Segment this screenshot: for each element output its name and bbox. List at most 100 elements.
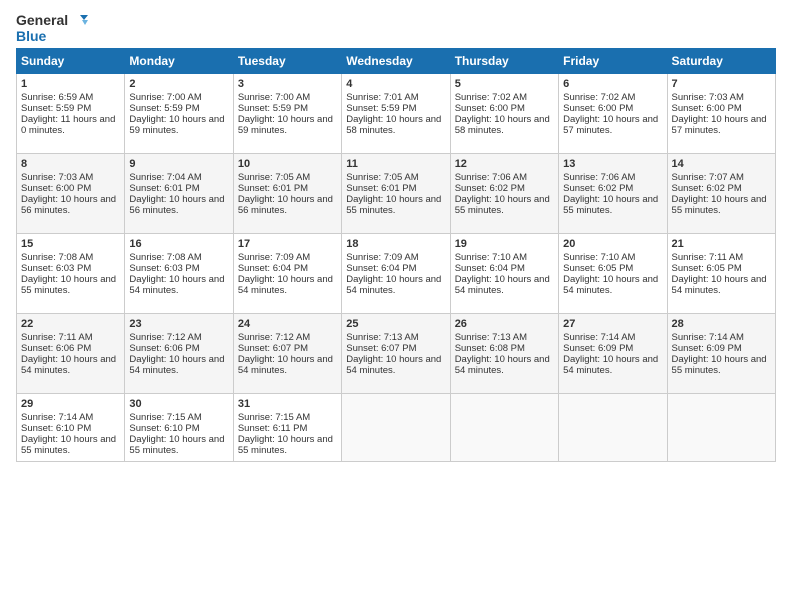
- sunrise: Sunrise: 7:02 AM: [455, 92, 527, 103]
- sunset: Sunset: 6:09 PM: [563, 343, 633, 354]
- sunrise: Sunrise: 7:09 AM: [346, 252, 418, 263]
- day-number: 11: [346, 158, 445, 170]
- sunset: Sunset: 6:10 PM: [21, 423, 91, 434]
- sunset: Sunset: 6:10 PM: [129, 423, 199, 434]
- sunrise: Sunrise: 7:04 AM: [129, 172, 201, 183]
- calendar-cell: 6Sunrise: 7:02 AMSunset: 6:00 PMDaylight…: [559, 74, 667, 154]
- calendar-cell: 20Sunrise: 7:10 AMSunset: 6:05 PMDayligh…: [559, 234, 667, 314]
- day-number: 27: [563, 318, 662, 330]
- calendar-cell: 3Sunrise: 7:00 AMSunset: 5:59 PMDaylight…: [233, 74, 341, 154]
- calendar-cell: 27 Sunrise: 7:14 AMSunset: 6:09 PMDayligh…: [559, 314, 667, 394]
- sunset: Sunset: 6:08 PM: [455, 343, 525, 354]
- calendar-cell: 16Sunrise: 7:08 AMSunset: 6:03 PMDayligh…: [125, 234, 233, 314]
- sunset: Sunset: 6:07 PM: [346, 343, 416, 354]
- calendar-cell: 30Sunrise: 7:15 AMSunset: 6:10 PMDayligh…: [125, 394, 233, 462]
- sunrise: Sunrise: 7:00 AM: [129, 92, 201, 103]
- daylight: Daylight: 10 hours and 54 minutes.: [563, 354, 658, 376]
- calendar-cell: 28Sunrise: 7:14 AMSunset: 6:09 PMDayligh…: [667, 314, 775, 394]
- calendar-cell: 2Sunrise: 7:00 AMSunset: 5:59 PMDaylight…: [125, 74, 233, 154]
- day-number: 6: [563, 78, 662, 90]
- daylight: Daylight: 10 hours and 54 minutes.: [21, 354, 116, 376]
- day-number: 26: [455, 318, 554, 330]
- sunset: Sunset: 6:04 PM: [346, 263, 416, 274]
- sunset: Sunset: 6:09 PM: [672, 343, 742, 354]
- day-number: 2: [129, 78, 228, 90]
- logo-bird-icon: [70, 13, 88, 27]
- daylight: Daylight: 10 hours and 57 minutes.: [672, 114, 767, 136]
- day-number: 18: [346, 238, 445, 250]
- calendar-cell: 21Sunrise: 7:11 AMSunset: 6:05 PMDayligh…: [667, 234, 775, 314]
- sunrise: Sunrise: 7:10 AM: [563, 252, 635, 263]
- sunset: Sunset: 6:04 PM: [455, 263, 525, 274]
- sunset: Sunset: 6:05 PM: [672, 263, 742, 274]
- sunset: Sunset: 6:03 PM: [21, 263, 91, 274]
- calendar-cell: 23Sunrise: 7:12 AMSunset: 6:06 PMDayligh…: [125, 314, 233, 394]
- day-number: 30: [129, 398, 228, 410]
- sunset: Sunset: 5:59 PM: [21, 103, 91, 114]
- calendar-cell: 9Sunrise: 7:04 AMSunset: 6:01 PMDaylight…: [125, 154, 233, 234]
- sunset: Sunset: 6:02 PM: [563, 183, 633, 194]
- calendar-cell: 11Sunrise: 7:05 AMSunset: 6:01 PMDayligh…: [342, 154, 450, 234]
- daylight: Daylight: 10 hours and 54 minutes.: [238, 354, 333, 376]
- calendar-cell: 1Sunrise: 6:59 AMSunset: 5:59 PMDaylight…: [17, 74, 125, 154]
- sunrise: Sunrise: 7:08 AM: [129, 252, 201, 263]
- daylight: Daylight: 10 hours and 54 minutes.: [455, 354, 550, 376]
- col-header-sunday: Sunday: [17, 49, 125, 74]
- day-number: 22: [21, 318, 120, 330]
- sunrise: Sunrise: 7:14 AM: [563, 332, 635, 343]
- day-number: 8: [21, 158, 120, 170]
- day-number: 21: [672, 238, 771, 250]
- sunrise: Sunrise: 7:11 AM: [21, 332, 93, 343]
- calendar-cell: 13Sunrise: 7:06 AMSunset: 6:02 PMDayligh…: [559, 154, 667, 234]
- day-number: 4: [346, 78, 445, 90]
- sunrise: Sunrise: 7:10 AM: [455, 252, 527, 263]
- calendar-cell: 12 Sunrise: 7:06 AMSunset: 6:02 PMDayligh…: [450, 154, 558, 234]
- calendar-cell: [450, 394, 558, 462]
- calendar-cell: 22Sunrise: 7:11 AMSunset: 6:06 PMDayligh…: [17, 314, 125, 394]
- daylight: Daylight: 10 hours and 54 minutes.: [129, 274, 224, 296]
- sunset: Sunset: 6:00 PM: [563, 103, 633, 114]
- calendar-cell: 14Sunrise: 7:07 AMSunset: 6:02 PMDayligh…: [667, 154, 775, 234]
- sunrise: Sunrise: 7:12 AM: [238, 332, 310, 343]
- daylight: Daylight: 10 hours and 55 minutes.: [346, 194, 441, 216]
- calendar-cell: 26Sunrise: 7:13 AMSunset: 6:08 PMDayligh…: [450, 314, 558, 394]
- daylight: Daylight: 10 hours and 55 minutes.: [672, 354, 767, 376]
- sunrise: Sunrise: 7:05 AM: [238, 172, 310, 183]
- sunrise: Sunrise: 7:14 AM: [672, 332, 744, 343]
- sunset: Sunset: 6:02 PM: [455, 183, 525, 194]
- daylight: Daylight: 10 hours and 56 minutes.: [21, 194, 116, 216]
- daylight: Daylight: 11 hours and 0 minutes.: [21, 114, 115, 136]
- day-number: 12: [455, 158, 554, 170]
- sunset: Sunset: 5:59 PM: [238, 103, 308, 114]
- logo: General Blue: [16, 12, 88, 44]
- sunrise: Sunrise: 7:06 AM: [563, 172, 635, 183]
- daylight: Daylight: 10 hours and 55 minutes.: [672, 194, 767, 216]
- calendar-cell: 4Sunrise: 7:01 AMSunset: 5:59 PMDaylight…: [342, 74, 450, 154]
- day-number: 9: [129, 158, 228, 170]
- day-number: 29: [21, 398, 120, 410]
- sunrise: Sunrise: 7:06 AM: [455, 172, 527, 183]
- calendar-table: SundayMondayTuesdayWednesdayThursdayFrid…: [16, 48, 776, 462]
- sunrise: Sunrise: 6:59 AM: [21, 92, 93, 103]
- daylight: Daylight: 10 hours and 54 minutes.: [563, 274, 658, 296]
- daylight: Daylight: 10 hours and 54 minutes.: [455, 274, 550, 296]
- sunrise: Sunrise: 7:01 AM: [346, 92, 418, 103]
- daylight: Daylight: 10 hours and 55 minutes.: [129, 434, 224, 456]
- col-header-thursday: Thursday: [450, 49, 558, 74]
- page-container: General Blue SundayMondayTuesdayWednesda…: [0, 0, 792, 470]
- daylight: Daylight: 10 hours and 55 minutes.: [455, 194, 550, 216]
- daylight: Daylight: 10 hours and 54 minutes.: [346, 354, 441, 376]
- sunset: Sunset: 6:04 PM: [238, 263, 308, 274]
- col-header-tuesday: Tuesday: [233, 49, 341, 74]
- sunrise: Sunrise: 7:03 AM: [21, 172, 93, 183]
- daylight: Daylight: 10 hours and 56 minutes.: [238, 194, 333, 216]
- sunrise: Sunrise: 7:15 AM: [238, 412, 310, 423]
- sunset: Sunset: 6:06 PM: [129, 343, 199, 354]
- sunrise: Sunrise: 7:14 AM: [21, 412, 93, 423]
- daylight: Daylight: 10 hours and 54 minutes.: [346, 274, 441, 296]
- calendar-cell: [667, 394, 775, 462]
- daylight: Daylight: 10 hours and 59 minutes.: [129, 114, 224, 136]
- col-header-saturday: Saturday: [667, 49, 775, 74]
- col-header-wednesday: Wednesday: [342, 49, 450, 74]
- sunrise: Sunrise: 7:09 AM: [238, 252, 310, 263]
